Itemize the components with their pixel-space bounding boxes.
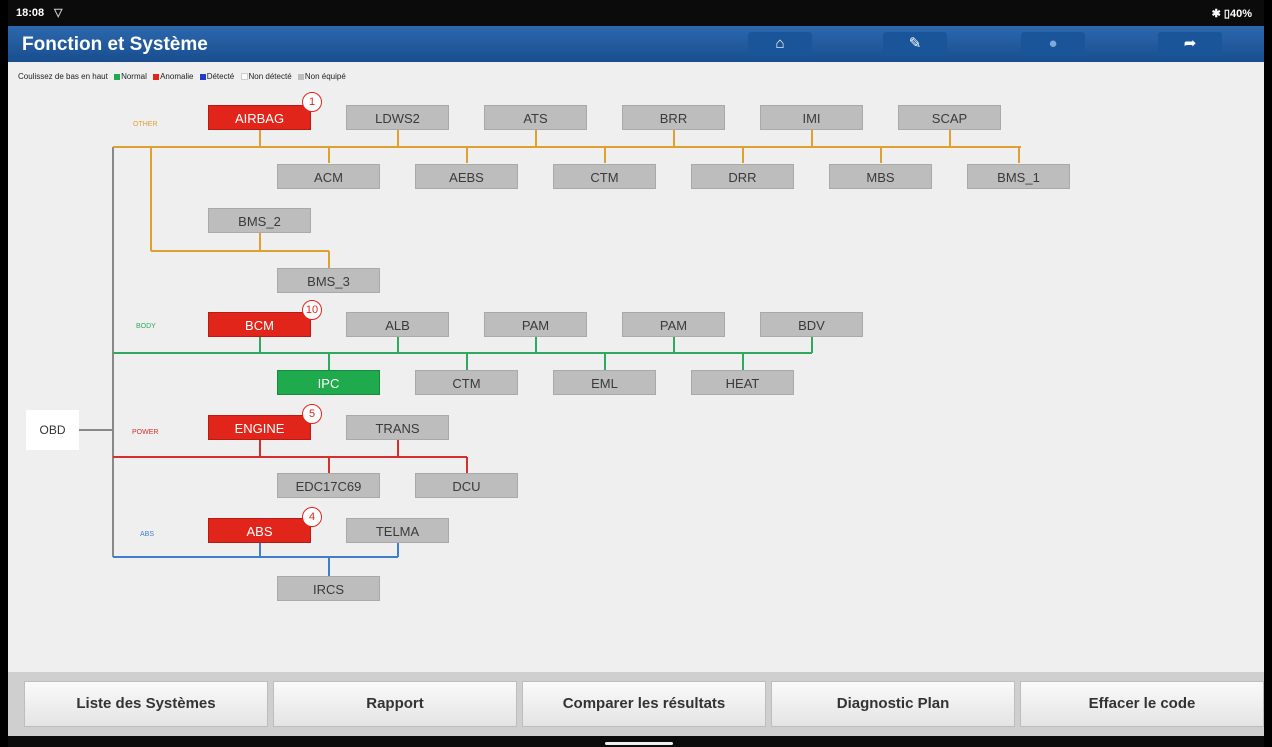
compare-results-button[interactable]: Comparer les résultats — [522, 681, 766, 727]
module-ctm[interactable]: CTM — [553, 164, 656, 189]
module-imi[interactable]: IMI — [760, 105, 863, 130]
group-label-abs: ABS — [140, 531, 155, 538]
module-ctm[interactable]: CTM — [415, 370, 518, 395]
power-bus-lines — [113, 440, 468, 473]
fault-count-badge: 1 — [302, 92, 322, 112]
module-bms1[interactable]: BMS_1 — [967, 164, 1070, 189]
module-mbs[interactable]: MBS — [829, 164, 932, 189]
fault-count-badge: 10 — [302, 300, 322, 320]
app-screen: 18:08 ▽ ✱ ▯40% Fonction et Système ⌂ ✎ ●… — [8, 0, 1264, 747]
group-label-other: OTHER — [133, 121, 158, 128]
report-button[interactable]: Rapport — [273, 681, 517, 727]
module-heat[interactable]: HEAT — [691, 370, 794, 395]
module-ipc[interactable]: IPC — [277, 370, 380, 395]
module-pam[interactable]: PAM — [484, 312, 587, 337]
abs-bus-lines — [113, 542, 399, 576]
module-edc17c69[interactable]: EDC17C69 — [277, 473, 380, 498]
clear-codes-button[interactable]: Effacer le code — [1020, 681, 1264, 727]
module-eml[interactable]: EML — [553, 370, 656, 395]
module-bms3[interactable]: BMS_3 — [277, 268, 380, 293]
module-alb[interactable]: ALB — [346, 312, 449, 337]
module-airbag[interactable]: AIRBAG — [208, 105, 311, 130]
module-ats[interactable]: ATS — [484, 105, 587, 130]
module-acm[interactable]: ACM — [277, 164, 380, 189]
module-abs[interactable]: ABS — [208, 518, 311, 543]
fault-count-badge: 5 — [302, 404, 322, 424]
module-brr[interactable]: BRR — [622, 105, 725, 130]
module-ircs[interactable]: IRCS — [277, 576, 380, 601]
system-list-button[interactable]: Liste des Systèmes — [24, 681, 268, 727]
module-scap[interactable]: SCAP — [898, 105, 1001, 130]
navigation-bar — [8, 736, 1264, 747]
module-trans[interactable]: TRANS — [346, 415, 449, 440]
module-drr[interactable]: DRR — [691, 164, 794, 189]
diagnostic-plan-button[interactable]: Diagnostic Plan — [771, 681, 1015, 727]
home-gesture-handle[interactable] — [605, 742, 673, 745]
module-dcu[interactable]: DCU — [415, 473, 518, 498]
module-bms2[interactable]: BMS_2 — [208, 208, 311, 233]
module-aebs[interactable]: AEBS — [415, 164, 518, 189]
fault-count-badge: 4 — [302, 507, 322, 527]
module-bdv[interactable]: BDV — [760, 312, 863, 337]
body-bus-lines — [113, 337, 813, 370]
module-pam[interactable]: PAM — [622, 312, 725, 337]
group-label-body: BODY — [136, 323, 156, 330]
module-bcm[interactable]: BCM — [208, 312, 311, 337]
module-engine[interactable]: ENGINE — [208, 415, 311, 440]
other-bus-lines — [113, 130, 1021, 268]
module-ldws2[interactable]: LDWS2 — [346, 105, 449, 130]
group-label-power: POWER — [132, 429, 159, 436]
bottom-toolbar: Liste des Systèmes Rapport Comparer les … — [8, 672, 1264, 736]
module-telma[interactable]: TELMA — [346, 518, 449, 543]
obd-node: OBD — [26, 410, 79, 450]
